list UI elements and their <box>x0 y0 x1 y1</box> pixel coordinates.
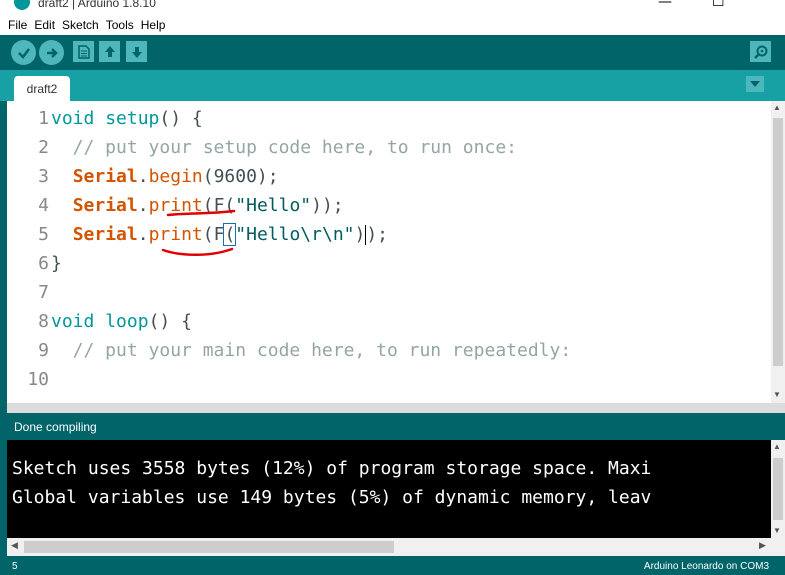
code-line-6: } <box>51 253 62 274</box>
code-text: . <box>137 224 149 245</box>
upload-button[interactable] <box>39 40 64 65</box>
minimize-button[interactable]: — <box>658 0 672 10</box>
status-bar: Done compiling <box>7 413 785 440</box>
function-name: setup <box>105 108 160 129</box>
code-text: ); <box>366 224 389 245</box>
console-line: Global variables use 149 bytes (5%) of d… <box>12 487 651 508</box>
code-editor[interactable]: 1 2 3 4 5 6 7 8 9 10 void setup() { // p… <box>7 101 785 403</box>
code-text: )); <box>311 195 344 216</box>
scroll-right-arrow-icon[interactable]: ▶ <box>759 540 766 551</box>
current-line-number: 5 <box>12 561 18 572</box>
line-number: 10 <box>27 369 49 390</box>
console-text: bytes (5%) of dynamic memory, leav <box>272 487 652 508</box>
arduino-logo-icon <box>14 0 30 10</box>
menu-edit[interactable]: Edit <box>34 18 55 32</box>
scroll-up-arrow-icon[interactable]: ▲ <box>773 103 781 112</box>
code-line-8: void loop() { <box>51 311 192 332</box>
code-text: . <box>137 166 149 187</box>
arrow-up-icon <box>104 45 115 57</box>
verify-button[interactable] <box>11 40 36 65</box>
code-line-5: Serial.print(F("Hello\r\n")); <box>51 223 389 246</box>
arrow-right-icon <box>46 47 58 58</box>
line-number: 2 <box>38 137 49 158</box>
scrollbar-thumb[interactable] <box>773 118 783 366</box>
menu-tools[interactable]: Tools <box>106 18 134 32</box>
scroll-left-arrow-icon[interactable]: ◀ <box>11 540 18 551</box>
console-text: Global variables use <box>12 487 240 508</box>
magnifier-icon <box>753 45 767 59</box>
object-name: Serial <box>72 224 138 245</box>
chevron-down-icon <box>750 81 760 87</box>
serial-monitor-button[interactable] <box>750 41 771 62</box>
menu-help[interactable]: Help <box>141 18 166 32</box>
checkmark-icon <box>17 47 30 59</box>
toolbar <box>0 35 785 70</box>
tab-draft2[interactable]: draft2 <box>14 76 70 101</box>
code-text: . <box>137 195 149 216</box>
matched-bracket: ( <box>223 223 237 246</box>
output-console: Sketch uses 3558 bytes (12%) of program … <box>7 440 785 538</box>
scroll-down-arrow-icon[interactable]: ▼ <box>773 526 781 535</box>
scrollbar-thumb[interactable] <box>773 458 783 520</box>
line-number: 7 <box>38 282 49 303</box>
menu-file[interactable]: File <box>8 18 27 32</box>
code-text: () { <box>148 311 192 332</box>
new-button[interactable] <box>73 41 94 62</box>
code-text: ) <box>354 224 366 245</box>
title-bar: draft2 | Arduino 1.8.10 — ☐ <box>0 0 785 14</box>
method-name: begin <box>148 166 203 187</box>
keyword: void <box>51 108 95 129</box>
code-text: () { <box>159 108 203 129</box>
maximize-button[interactable]: ☐ <box>712 0 725 10</box>
pane-divider[interactable] <box>7 403 785 413</box>
menu-bar: File Edit Sketch Tools Help <box>0 14 785 35</box>
string-literal: "Hello\r\n" <box>235 224 355 245</box>
object-name: Serial <box>72 166 138 187</box>
board-port-label: Arduino Leonardo on COM3 <box>643 561 769 572</box>
bottom-status-bar: 5 Arduino Leonardo on COM3 <box>0 556 785 575</box>
code-line-9: // put your main code here, to run repea… <box>51 340 572 361</box>
line-number: 1 <box>38 108 49 129</box>
keyword: void <box>51 311 95 332</box>
scroll-down-arrow-icon[interactable]: ▼ <box>773 390 781 399</box>
line-number: 4 <box>38 195 49 216</box>
line-number: 8 <box>38 311 49 332</box>
method-name: print <box>148 224 203 245</box>
code-line-3: Serial.begin(9600); <box>51 166 279 187</box>
line-number: 3 <box>38 166 49 187</box>
console-horizontal-scrollbar[interactable]: ◀ ▶ <box>7 538 785 556</box>
code-line-2: // put your setup code here, to run once… <box>51 137 517 158</box>
code-text: (F( <box>202 195 236 216</box>
console-line: Sketch uses 3558 bytes (12%) of program … <box>12 458 652 479</box>
code-line-1: void setup() { <box>51 108 203 129</box>
global-variables-bytes: 149 <box>239 487 273 508</box>
scrollbar-thumb[interactable] <box>24 541 394 553</box>
line-number: 5 <box>38 224 49 245</box>
line-number: 6 <box>38 253 49 274</box>
code-text: (9600); <box>202 166 279 187</box>
line-number-gutter: 1 2 3 4 5 6 7 8 9 10 <box>7 101 49 403</box>
tab-menu-button[interactable] <box>746 76 764 92</box>
object-name: Serial <box>72 195 138 216</box>
open-button[interactable] <box>99 41 120 62</box>
save-button[interactable] <box>126 41 147 62</box>
code-line-4: Serial.print(F("Hello")); <box>51 195 344 216</box>
scroll-up-arrow-icon[interactable]: ▲ <box>773 442 781 451</box>
tab-strip: draft2 <box>0 70 785 101</box>
new-file-icon <box>77 44 90 59</box>
console-vertical-scrollbar[interactable]: ▲ ▼ <box>771 440 785 538</box>
function-name: loop <box>105 311 149 332</box>
arrow-down-icon <box>131 46 142 58</box>
string-literal: "Hello" <box>235 195 312 216</box>
editor-vertical-scrollbar[interactable]: ▲ ▼ <box>771 101 785 403</box>
code-text: (F <box>202 224 225 245</box>
line-number: 9 <box>38 340 49 361</box>
window-title: draft2 | Arduino 1.8.10 <box>38 0 156 10</box>
menu-sketch[interactable]: Sketch <box>62 18 99 32</box>
method-name: print <box>148 195 203 216</box>
left-border <box>0 101 7 556</box>
